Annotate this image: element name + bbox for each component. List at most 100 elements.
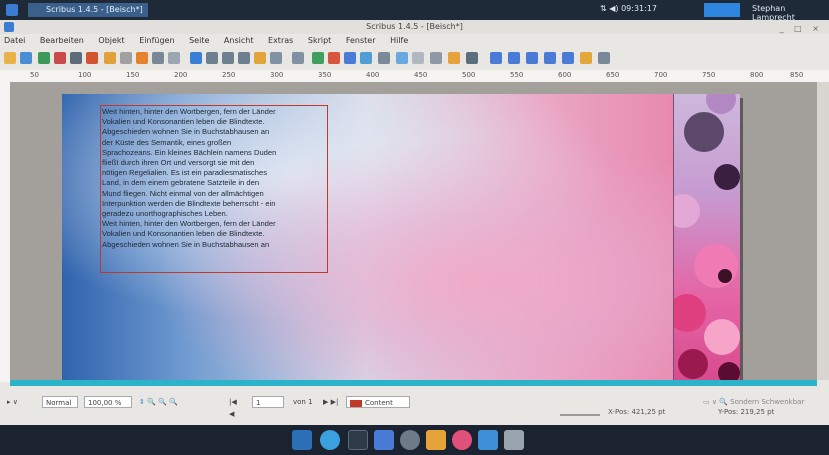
menu-hilfe[interactable]: Hilfe [390, 36, 408, 45]
open-document-icon[interactable] [20, 52, 32, 64]
redo-icon[interactable] [120, 52, 132, 64]
ruler-tick: 500 [462, 71, 476, 79]
menu-objekt[interactable]: Objekt [98, 36, 124, 45]
text-frame-content[interactable]: Weit hinten, hinter den Wortbergen, fern… [102, 107, 328, 250]
y-position-readout: Y-Pos: 219,25 pt [718, 408, 775, 416]
document-canvas[interactable]: Weit hinten, hinter den Wortbergen, fern… [10, 82, 817, 386]
desktop-switcher[interactable] [704, 3, 740, 17]
progress-indicator [560, 414, 600, 416]
first-page-icon[interactable]: |◀ ◀ [226, 396, 246, 418]
window-title: Scribus 1.4.5 - [Beisch*] [366, 22, 463, 31]
link-annotation-icon[interactable] [598, 52, 610, 64]
menu-ansicht[interactable]: Ansicht [224, 36, 254, 45]
pdf-combobox-icon[interactable] [544, 52, 556, 64]
gimp-icon[interactable] [452, 430, 472, 450]
table-tool-icon[interactable] [238, 52, 250, 64]
select-tool-icon[interactable] [190, 52, 202, 64]
zoom-tool-icon[interactable] [360, 52, 372, 64]
ruler-tick: 300 [270, 71, 284, 79]
status-bar: ▸ ∨ Normal 100,00 % ⇕ 🔍 🔍 🔍 |◀ ◀ 1 von 1… [0, 386, 829, 425]
browser-icon[interactable] [320, 430, 340, 450]
terminal-icon[interactable] [348, 430, 368, 450]
bezier-tool-icon[interactable] [312, 52, 324, 64]
ruler-tick: 650 [606, 71, 620, 79]
line-tool-icon[interactable] [292, 52, 304, 64]
cut-icon[interactable] [136, 52, 148, 64]
zoom-buttons[interactable]: ⇕ 🔍 🔍 🔍 [136, 396, 216, 408]
menu-seite[interactable]: Seite [189, 36, 209, 45]
taskbar-app-scribus[interactable]: Scribus 1.4.5 - [Beisch*] [28, 3, 148, 17]
polygon-tool-icon[interactable] [270, 52, 282, 64]
copy-icon[interactable] [152, 52, 164, 64]
view-mode-select[interactable]: Normal [42, 396, 78, 408]
bubble-shape [704, 319, 740, 355]
units-select[interactable]: ▭ ∨ 🔍 Sondern Schwenkbar [700, 396, 820, 408]
export-pdf-icon[interactable] [86, 52, 98, 64]
menu-bearbeiten[interactable]: Bearbeiten [40, 36, 84, 45]
tray-clock: ⇅ ◀) 09:31:17 [600, 4, 657, 13]
bubble-shape [706, 94, 736, 114]
menu-fenster[interactable]: Fenster [346, 36, 376, 45]
ruler-tick: 100 [78, 71, 92, 79]
trash-icon[interactable] [504, 430, 524, 450]
ruler-tick: 450 [414, 71, 428, 79]
vertical-scrollbar[interactable] [817, 82, 829, 380]
software-center-icon[interactable] [374, 430, 394, 450]
title-bar: Scribus 1.4.5 - [Beisch*] _ □ × [0, 20, 829, 34]
text-annotation-icon[interactable] [580, 52, 592, 64]
measure-tool-icon[interactable] [430, 52, 442, 64]
zoom-field[interactable]: 100,00 % [84, 396, 132, 408]
edit-content-icon[interactable] [378, 52, 390, 64]
bokeh-image-panel[interactable] [673, 94, 740, 382]
eyedropper-icon[interactable] [466, 52, 478, 64]
ruler-tick: 200 [174, 71, 188, 79]
installer-icon[interactable] [426, 430, 446, 450]
close-document-icon[interactable] [54, 52, 66, 64]
search-icon[interactable] [400, 430, 420, 450]
menu-skript[interactable]: Skript [308, 36, 331, 45]
layer-name: Content [365, 399, 393, 407]
unlink-frames-icon[interactable] [412, 52, 424, 64]
undo-icon[interactable] [104, 52, 116, 64]
rotate-tool-icon[interactable] [344, 52, 356, 64]
ruler-tick: 550 [510, 71, 524, 79]
pdf-text-field-icon[interactable] [508, 52, 520, 64]
menu-extras[interactable]: Extras [268, 36, 293, 45]
bubble-shape [678, 349, 708, 379]
menu-einfuegen[interactable]: Einfügen [139, 36, 174, 45]
pdf-checkbox-icon[interactable] [526, 52, 538, 64]
link-frames-icon[interactable] [396, 52, 408, 64]
ruler-tick: 850 [790, 71, 804, 79]
paste-icon[interactable] [168, 52, 180, 64]
ruler-tick: 350 [318, 71, 332, 79]
page-number-field[interactable]: 1 [252, 396, 284, 408]
units-label: Sondern Schwenkbar [730, 398, 805, 406]
pdf-push-button-icon[interactable] [490, 52, 502, 64]
x-position-readout: X-Pos: 421,25 pt [608, 408, 666, 416]
ruler-tick: 750 [702, 71, 716, 79]
menu-datei[interactable]: Datei [4, 36, 25, 45]
bubble-shape [694, 244, 738, 288]
bubble-shape [718, 362, 740, 382]
copy-properties-icon[interactable] [448, 52, 460, 64]
shape-tool-icon[interactable] [254, 52, 266, 64]
layer-select[interactable]: Content [346, 396, 410, 408]
show-desktop-icon[interactable] [292, 430, 312, 450]
new-document-icon[interactable] [4, 52, 16, 64]
print-icon[interactable] [70, 52, 82, 64]
freehand-tool-icon[interactable] [328, 52, 340, 64]
image-frame-tool-icon[interactable] [222, 52, 234, 64]
preview-mode-icon[interactable]: ▸ ∨ [4, 396, 34, 408]
system-top-bar: Scribus 1.4.5 - [Beisch*] ⇅ ◀) 09:31:17 … [0, 0, 829, 22]
save-icon[interactable] [38, 52, 50, 64]
ruler-tick: 250 [222, 71, 236, 79]
scribus-app-icon [4, 22, 14, 32]
text-frame-tool-icon[interactable] [206, 52, 218, 64]
ruler-tick: 800 [750, 71, 764, 79]
pdf-listbox-icon[interactable] [562, 52, 574, 64]
ruler-tick: 600 [558, 71, 572, 79]
menu-bar: Datei Bearbeiten Objekt Einfügen Seite A… [0, 34, 829, 48]
files-icon[interactable] [478, 430, 498, 450]
start-menu-icon[interactable] [6, 4, 18, 16]
next-page-icon[interactable]: ▶ ▶| [320, 396, 346, 408]
